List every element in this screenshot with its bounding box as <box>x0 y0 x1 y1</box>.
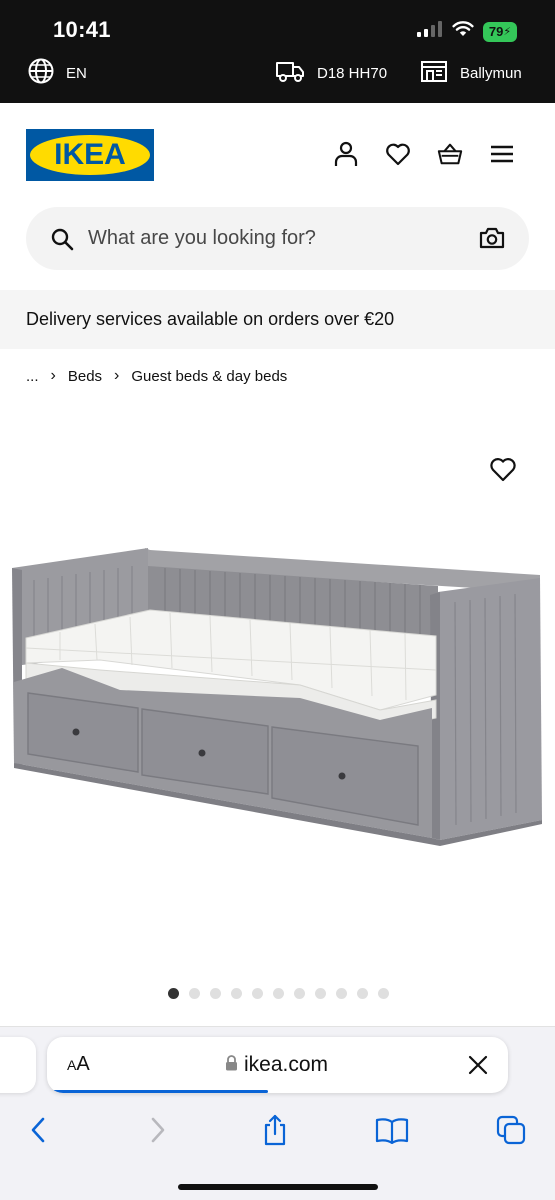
signal-icon <box>417 21 443 42</box>
top-band: 10:41 79 ⚡ EN D18 HH70 Ballymun <box>0 0 555 103</box>
wifi-icon <box>452 21 474 42</box>
status-bar: 10:41 79 ⚡ <box>0 0 555 54</box>
carousel-dot-10[interactable] <box>357 988 368 999</box>
page-load-progress <box>51 1090 268 1093</box>
carousel-dots <box>168 988 389 999</box>
globe-icon <box>28 58 54 88</box>
logo-text: IKEA <box>54 138 126 171</box>
language-selector[interactable]: EN <box>28 58 87 88</box>
delivery-text: Delivery services available on orders ov… <box>26 309 395 329</box>
back-icon[interactable] <box>21 1113 55 1147</box>
add-to-favourites-heart-icon[interactable] <box>489 456 517 484</box>
home-indicator <box>178 1184 378 1190</box>
carousel-dot-2[interactable] <box>189 988 200 999</box>
previous-tab-peek[interactable] <box>0 1037 36 1093</box>
menu-icon[interactable] <box>489 141 515 167</box>
share-icon[interactable] <box>258 1113 292 1147</box>
carousel-dot-3[interactable] <box>210 988 221 999</box>
language-label: EN <box>66 64 87 82</box>
postcode-label: D18 HH70 <box>317 64 388 82</box>
browser-bottom-bar: AA ikea.com <box>0 1026 555 1200</box>
battery-icon: 79 ⚡ <box>483 21 517 42</box>
forward-icon[interactable] <box>141 1113 175 1147</box>
carousel-dot-11[interactable] <box>378 988 389 999</box>
url-text: ikea.com <box>244 1053 329 1076</box>
carousel-dot-7[interactable] <box>294 988 305 999</box>
carousel-dot-1[interactable] <box>168 988 179 999</box>
reader-aa-button[interactable]: AA <box>67 1053 90 1076</box>
delivery-postcode[interactable]: D18 HH70 <box>275 60 387 86</box>
chevron-right-icon: › <box>50 367 56 384</box>
breadcrumb-ellipsis[interactable]: ... <box>26 368 39 385</box>
camera-icon[interactable] <box>479 226 505 255</box>
carousel-dot-4[interactable] <box>231 988 242 999</box>
address-bar[interactable]: AA ikea.com <box>47 1037 508 1093</box>
store-label: Ballymun <box>460 64 522 82</box>
status-icons: 79 ⚡ <box>417 21 517 42</box>
logo-oval: IKEA <box>30 135 150 175</box>
aa-small: A <box>67 1057 77 1073</box>
carousel-dot-8[interactable] <box>315 988 326 999</box>
truck-icon <box>275 59 305 87</box>
carousel-dot-5[interactable] <box>252 988 263 999</box>
battery-level: 79 <box>488 24 504 39</box>
bookmarks-icon[interactable] <box>375 1113 409 1147</box>
product-image[interactable] <box>0 520 555 860</box>
header-icons <box>333 141 515 167</box>
breadcrumb-item-beds[interactable]: Beds <box>68 368 102 385</box>
store-icon <box>420 59 448 87</box>
chevron-right-icon: › <box>114 367 120 384</box>
store-bar: EN D18 HH70 Ballymun <box>0 54 555 94</box>
daybed-illustration <box>12 548 542 846</box>
site-header: IKEA <box>0 103 555 203</box>
search-input[interactable] <box>88 207 458 270</box>
breadcrumb-item-guest-beds[interactable]: Guest beds & day beds <box>131 368 287 385</box>
carousel-dot-9[interactable] <box>336 988 347 999</box>
user-icon[interactable] <box>333 141 359 167</box>
heart-icon[interactable] <box>385 141 411 167</box>
lock-icon <box>225 1053 238 1077</box>
tabs-icon[interactable] <box>494 1113 528 1147</box>
url-display[interactable]: ikea.com <box>225 1053 328 1077</box>
basket-icon[interactable] <box>437 141 463 167</box>
search-bar[interactable] <box>26 207 529 270</box>
ikea-logo[interactable]: IKEA <box>26 129 154 181</box>
browser-toolbar <box>0 1113 555 1147</box>
aa-large: A <box>76 1053 90 1075</box>
stop-loading-icon[interactable] <box>468 1055 488 1080</box>
delivery-banner[interactable]: Delivery services available on orders ov… <box>0 290 555 349</box>
carousel-dot-6[interactable] <box>273 988 284 999</box>
search-icon <box>50 227 74 256</box>
status-time: 10:41 <box>53 17 111 42</box>
store-selector[interactable]: Ballymun <box>420 60 522 86</box>
breadcrumb: ... › Beds › Guest beds & day beds <box>26 366 287 386</box>
